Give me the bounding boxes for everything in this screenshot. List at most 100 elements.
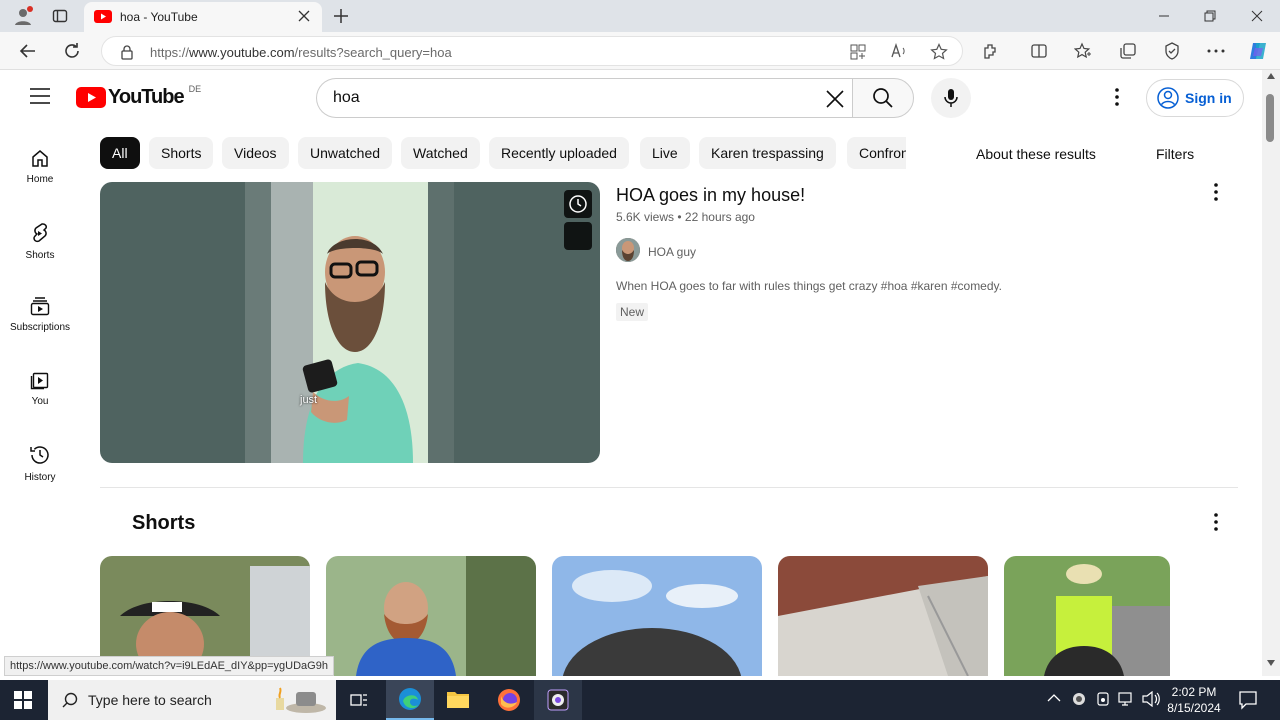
close-window-icon[interactable] <box>1251 10 1263 22</box>
nav-you[interactable]: You <box>0 362 80 432</box>
lock-icon[interactable] <box>120 44 134 60</box>
short-thumbnail-3[interactable] <box>552 556 762 676</box>
youtube-page: YouTube DE hoa Sign in Home Shorts Subsc… <box>0 70 1262 676</box>
nav-history[interactable]: History <box>0 436 80 506</box>
nav-label-shorts: Shorts <box>25 250 55 261</box>
tab-title: hoa - YouTube <box>120 10 198 24</box>
chip-recently-uploaded[interactable]: Recently uploaded <box>489 137 629 169</box>
scroll-down-icon[interactable] <box>1267 660 1275 666</box>
you-icon <box>30 372 49 390</box>
profile-icon[interactable] <box>12 5 34 27</box>
firefox-icon[interactable] <box>497 688 521 712</box>
windows-start-icon[interactable] <box>14 691 32 709</box>
youtube-favicon-icon <box>94 10 112 24</box>
chip-unwatched[interactable]: Unwatched <box>298 137 393 169</box>
chip-live[interactable]: Live <box>640 137 690 169</box>
nav-shorts[interactable]: Shorts <box>0 214 80 284</box>
tray-anyrun-icon[interactable] <box>1071 691 1087 707</box>
taskbar-edge[interactable] <box>386 680 434 720</box>
menu-icon[interactable] <box>30 88 50 104</box>
taskbar-clock[interactable]: 2:02 PM 8/15/2024 <box>1166 684 1222 716</box>
notifications-icon[interactable] <box>1238 690 1258 710</box>
watch-later-button[interactable] <box>564 190 592 218</box>
taskbar-search-icon <box>62 692 78 708</box>
about-results-link[interactable]: About these results <box>976 146 1096 162</box>
back-icon[interactable] <box>14 37 42 65</box>
page-scrollbar[interactable] <box>1262 70 1280 676</box>
address-bar[interactable]: https://www.youtube.com/results?search_q… <box>101 36 963 66</box>
scrollbar-thumb[interactable] <box>1266 94 1274 142</box>
shorts-heading: Shorts <box>132 512 196 534</box>
nav-home[interactable]: Home <box>0 140 80 210</box>
section-divider <box>100 487 1238 488</box>
more-options-icon[interactable] <box>1115 88 1119 106</box>
file-explorer-icon[interactable] <box>446 688 470 710</box>
video-stats: 5.6K views • 22 hours ago <box>616 210 755 224</box>
shorts-menu-icon[interactable] <box>1214 513 1218 531</box>
video-description: When HOA goes to far with rules things g… <box>616 279 1002 293</box>
tab-actions-icon[interactable] <box>52 8 68 24</box>
video-menu-icon[interactable] <box>1214 183 1218 201</box>
minimize-icon[interactable] <box>1158 10 1170 22</box>
clock-date: 8/15/2024 <box>1167 701 1221 715</box>
sign-in-button[interactable]: Sign in <box>1146 79 1244 117</box>
account-icon <box>1157 87 1179 109</box>
taskbar-search-placeholder: Type here to search <box>88 692 212 708</box>
split-screen-icon[interactable] <box>1025 37 1053 65</box>
read-aloud-icon[interactable] <box>890 43 908 59</box>
short-thumbnail-5[interactable] <box>1004 556 1170 676</box>
browser-toolbar: https://www.youtube.com/results?search_q… <box>0 32 1280 70</box>
chip-watched[interactable]: Watched <box>401 137 480 169</box>
chip-confrontation[interactable]: Confron <box>847 137 906 169</box>
home-icon <box>32 150 48 167</box>
settings-more-icon[interactable] <box>1202 37 1230 65</box>
short-thumbnail-4[interactable] <box>778 556 988 676</box>
channel-name[interactable]: HOA guy <box>648 245 696 259</box>
nav-label-home: Home <box>26 174 54 185</box>
close-tab-icon[interactable] <box>298 10 310 22</box>
video-age: 22 hours ago <box>684 210 755 224</box>
volume-icon[interactable] <box>1142 691 1160 707</box>
task-view-icon[interactable] <box>350 691 368 709</box>
video-views: 5.6K views <box>616 210 675 224</box>
browser-essentials-icon[interactable] <box>1158 37 1186 65</box>
extensions-icon[interactable] <box>977 37 1005 65</box>
new-badge: New <box>616 303 649 321</box>
edge-icon <box>399 688 421 710</box>
tray-device-icon[interactable] <box>1095 691 1111 707</box>
app-available-icon[interactable] <box>850 44 866 60</box>
thumb-wall-edge <box>428 182 454 463</box>
add-to-queue-button[interactable] <box>564 222 592 250</box>
video-title[interactable]: HOA goes in my house! <box>616 185 805 206</box>
network-icon[interactable] <box>1118 691 1136 707</box>
filters-button[interactable]: Filters <box>1156 146 1194 162</box>
new-tab-icon[interactable] <box>332 7 350 25</box>
voice-search-button[interactable] <box>931 78 971 118</box>
refresh-icon[interactable] <box>58 37 86 65</box>
taskbar-search[interactable]: Type here to search <box>48 680 336 720</box>
nav-subscriptions[interactable]: Subscriptions <box>0 288 80 358</box>
taskbar-app-anyrun[interactable] <box>534 680 582 720</box>
scroll-up-icon[interactable] <box>1267 73 1275 79</box>
video-thumbnail[interactable]: just <box>100 182 600 463</box>
chip-videos[interactable]: Videos <box>222 137 289 169</box>
history-icon <box>30 446 49 464</box>
chip-karen-trespassing[interactable]: Karen trespassing <box>699 137 836 169</box>
clock-icon <box>569 195 587 213</box>
microphone-icon <box>944 89 958 107</box>
url-text: https://www.youtube.com/results?search_q… <box>150 45 452 60</box>
active-tab[interactable]: hoa - YouTube <box>84 2 322 32</box>
short-thumbnail-2[interactable] <box>326 556 536 676</box>
collections-icon[interactable] <box>1114 37 1142 65</box>
shorts-icon <box>33 223 47 243</box>
show-hidden-icons[interactable] <box>1047 693 1061 703</box>
restore-icon[interactable] <box>1204 10 1216 22</box>
chip-all[interactable]: All <box>100 137 140 169</box>
channel-avatar[interactable] <box>616 238 640 262</box>
thumb-caption: just <box>300 394 318 406</box>
thumb-wall-panel <box>245 182 271 463</box>
chip-shorts[interactable]: Shorts <box>149 137 214 169</box>
favorite-star-icon[interactable] <box>930 43 948 61</box>
copilot-icon[interactable] <box>1244 37 1272 65</box>
favorites-icon[interactable] <box>1069 37 1097 65</box>
